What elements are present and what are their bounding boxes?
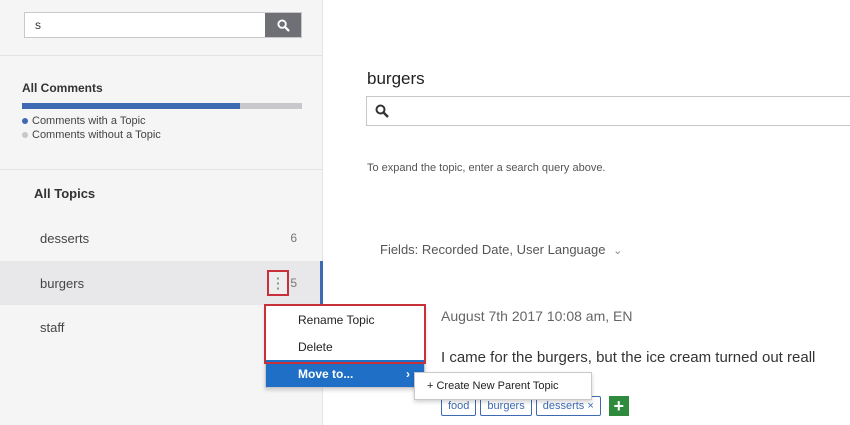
- topic-name: staff: [40, 319, 65, 335]
- rename-topic-menu-item[interactable]: Rename Topic: [266, 306, 424, 333]
- topic-item-desserts[interactable]: desserts 6: [0, 216, 323, 260]
- topic-search-box: [24, 12, 302, 38]
- fields-label: Fields: Recorded Date, User Language: [380, 242, 606, 257]
- chevron-down-icon: ⌄: [613, 245, 623, 257]
- legend-with-topic: Comments with a Topic: [22, 115, 146, 127]
- delete-menu-item[interactable]: Delete: [266, 333, 424, 360]
- topic-count: 5: [290, 276, 297, 290]
- expand-hint: To expand the topic, enter a search quer…: [367, 162, 606, 174]
- topic-coverage-fill: [22, 103, 241, 109]
- topic-options-kebab-icon[interactable]: ⋮: [267, 270, 289, 296]
- topic-query-input[interactable]: [366, 96, 850, 126]
- all-comments-link[interactable]: All Comments: [22, 81, 103, 95]
- topic-name: desserts: [40, 230, 90, 246]
- add-tag-button[interactable]: +: [608, 396, 629, 416]
- legend-dot-icon: [22, 132, 28, 138]
- divider: [0, 55, 323, 56]
- topic-context-menu: Rename Topic Delete Move to... ›: [265, 305, 425, 388]
- legend-label: Comments without a Topic: [32, 129, 161, 141]
- search-button[interactable]: [265, 13, 301, 37]
- topic-coverage-bar: [22, 103, 302, 109]
- move-to-label: Move to...: [298, 366, 354, 381]
- topic-count: 6: [290, 231, 297, 245]
- page-title: burgers: [367, 69, 425, 88]
- legend-dot-icon: [22, 118, 28, 124]
- legend-label: Comments with a Topic: [32, 115, 146, 127]
- topic-name: burgers: [40, 275, 85, 291]
- chevron-right-icon: ›: [406, 366, 410, 381]
- move-to-menu-item[interactable]: Move to... ›: [266, 360, 424, 387]
- create-new-parent-topic-menu-item[interactable]: + Create New Parent Topic: [414, 372, 592, 400]
- search-icon: [375, 104, 389, 118]
- comment-date: August 7th 2017 10:08 am, EN: [441, 308, 633, 324]
- comment-text: I came for the burgers, but the ice crea…: [441, 349, 816, 366]
- legend-without-topic: Comments without a Topic: [22, 129, 161, 141]
- fields-dropdown[interactable]: Fields: Recorded Date, User Language ⌄: [380, 242, 622, 257]
- topic-search-input[interactable]: [25, 13, 265, 37]
- divider: [0, 169, 323, 170]
- search-icon: [276, 18, 290, 32]
- all-topics-heading: All Topics: [34, 186, 96, 201]
